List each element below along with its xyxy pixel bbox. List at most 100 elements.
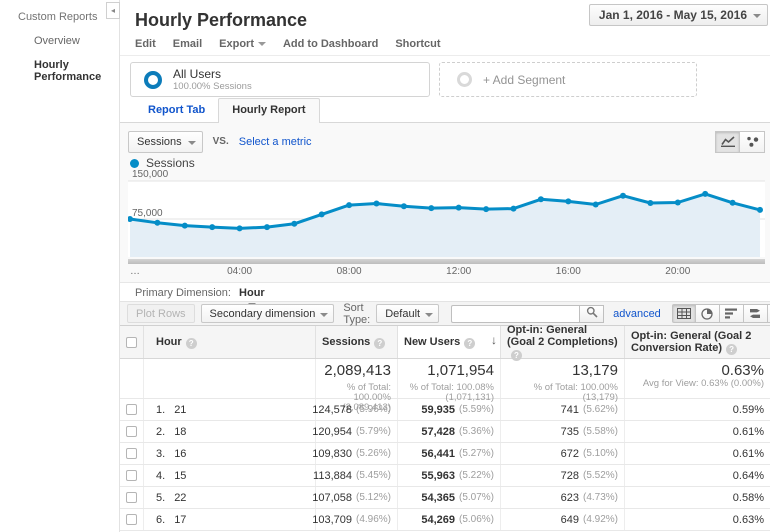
cell-conversion-rate: 0.63% — [624, 509, 770, 530]
cell-new-users: 59,935 (5.59%) — [397, 399, 500, 420]
help-icon[interactable]: ? — [374, 337, 386, 349]
row-checkbox[interactable] — [126, 492, 137, 503]
cell-hour: 2. 18 — [143, 421, 315, 442]
row-hour-value: 15 — [174, 469, 187, 482]
bars-icon — [724, 308, 737, 319]
y-axis-tick-75000: 75,000 — [132, 208, 163, 219]
sidebar-collapse-button[interactable]: ◂ — [106, 2, 120, 19]
cell-new-users: 57,428 (5.36%) — [397, 421, 500, 442]
report-action-bar: Edit Email Export Add to Dashboard Shortcut — [120, 38, 770, 56]
row-rank: 4. — [156, 469, 166, 482]
motion-chart-button[interactable] — [740, 130, 765, 153]
cell-completions: 649 (4.92%) — [500, 509, 624, 530]
row-checkbox[interactable] — [126, 426, 137, 437]
chevron-down-icon — [425, 313, 434, 317]
metric-row: Sessions VS. Select a metric — [128, 123, 765, 153]
column-header-goal-conversion-rate[interactable]: Opt-in: General (Goal 2 Conversion Rate)… — [624, 326, 770, 358]
secondary-dimension-dropdown[interactable]: Secondary dimension — [200, 304, 335, 323]
action-shortcut[interactable]: Shortcut — [395, 38, 440, 50]
performance-view-button[interactable] — [719, 304, 744, 323]
cell-conversion-rate: 0.61% — [624, 443, 770, 464]
segment-circle-icon — [144, 70, 162, 89]
help-icon[interactable]: ? — [464, 337, 476, 349]
sessions-chart[interactable]: 150,000 75,000 … 04:00 08:00 12:00 16:00 20:0… — [128, 169, 765, 279]
cell-completions: 623 (4.73%) — [500, 487, 624, 508]
column-header-new-users[interactable]: New Users? ↓ — [397, 326, 500, 358]
cell-sessions: 120,954 (5.79%) — [312, 421, 397, 442]
graph-panel: Sessions VS. Select a metric Sessions 15… — [120, 123, 770, 283]
y-axis-tick-150000: 150,000 — [132, 169, 169, 180]
chart-plot[interactable] — [128, 175, 765, 259]
comparison-view-button[interactable] — [743, 304, 768, 323]
select-all-checkbox[interactable] — [126, 336, 137, 348]
column-header-hour[interactable]: Hour? — [143, 326, 315, 358]
cell-hour: 6. 17 — [143, 509, 315, 530]
action-add-to-dashboard[interactable]: Add to Dashboard — [283, 38, 378, 50]
sort-type-dropdown[interactable]: Default — [376, 304, 440, 323]
cell-hour: 4. 15 — [143, 465, 315, 486]
sidebar-item-hourly-performance[interactable]: Hourly Performance — [0, 47, 119, 83]
line-chart-button[interactable] — [715, 130, 740, 153]
column-header-goal-completions[interactable]: Opt-in: General (Goal 2 Completions)? — [500, 324, 624, 361]
summary-completions: 13,179 — [572, 362, 618, 379]
x-axis-tick-04-00: 04:00 — [227, 266, 253, 277]
add-segment-button[interactable]: + Add Segment — [439, 62, 697, 97]
cell-completions: 741 (5.62%) — [500, 399, 624, 420]
tab-hourly-report[interactable]: Hourly Report — [218, 98, 320, 123]
sort-type-value: Default — [385, 307, 421, 320]
help-icon[interactable]: ? — [511, 349, 522, 361]
action-export[interactable]: Export — [219, 38, 266, 50]
row-hour-value: 17 — [174, 513, 187, 526]
table-search — [451, 304, 605, 323]
segment-all-users[interactable]: All Users 100.00% Sessions — [130, 62, 430, 97]
cell-completions: 728 (5.52%) — [500, 465, 624, 486]
chevron-down-icon — [320, 313, 329, 317]
row-checkbox[interactable] — [126, 470, 137, 481]
cell-new-users: 54,269 (5.06%) — [397, 509, 500, 530]
percentage-view-button[interactable] — [695, 304, 720, 323]
cell-conversion-rate: 0.59% — [624, 399, 770, 420]
metric-dropdown-value: Sessions — [137, 135, 182, 148]
primary-dimension-label: Primary Dimension: — [135, 287, 231, 299]
summary-sessions: 2,089,413 — [324, 362, 391, 379]
sort-descending-icon: ↓ — [491, 333, 497, 347]
table-body: 1. 21 124,578 (5.96%) 59,935 (5.59%) 741 (5.62%… — [120, 399, 770, 531]
report-header: Hourly Performance Jan 1, 2016 - May 15,… — [120, 0, 770, 38]
date-range-picker[interactable]: Jan 1, 2016 - May 15, 2016 — [588, 4, 768, 26]
date-range-value: Jan 1, 2016 - May 15, 2016 — [598, 8, 747, 22]
line-chart-icon — [720, 136, 735, 147]
cell-new-users: 54,365 (5.07%) — [397, 487, 500, 508]
row-checkbox[interactable] — [126, 514, 137, 525]
primary-dimension-hour[interactable]: Hour — [239, 287, 265, 299]
search-button[interactable] — [579, 304, 605, 323]
sidebar-nav: Overview Hourly Performance — [0, 23, 119, 83]
row-checkbox[interactable] — [126, 404, 137, 415]
cell-new-users: 55,963 (5.22%) — [397, 465, 500, 486]
advanced-link[interactable]: advanced — [613, 308, 661, 320]
cell-hour: 1. 21 — [143, 399, 315, 420]
action-edit[interactable]: Edit — [135, 38, 156, 50]
row-checkbox[interactable] — [126, 448, 137, 459]
column-header-sessions[interactable]: Sessions? — [315, 326, 397, 358]
segment-detail: 100.00% Sessions — [173, 80, 252, 92]
table-view-button[interactable] — [671, 304, 696, 323]
tab-report-tab[interactable]: Report Tab — [135, 99, 218, 122]
report-table: Hour? Sessions? New Users? ↓ Opt-in: Gen… — [120, 324, 770, 531]
help-icon[interactable]: ? — [726, 343, 738, 355]
table-row: 2. 18 120,954 (5.79%) 57,428 (5.36%) 735 (5.58%… — [120, 421, 770, 443]
chart-type-switcher — [715, 130, 765, 153]
plot-rows-button[interactable]: Plot Rows — [127, 304, 195, 323]
sidebar-item-overview[interactable]: Overview — [0, 23, 119, 47]
row-hour-value: 21 — [174, 403, 187, 416]
row-hour-value: 16 — [174, 447, 187, 460]
select-metric-link[interactable]: Select a metric — [239, 136, 312, 148]
action-email[interactable]: Email — [173, 38, 202, 50]
help-icon[interactable]: ? — [185, 337, 197, 349]
cell-sessions: 103,709 (4.96%) — [312, 509, 397, 530]
cell-sessions: 109,830 (5.26%) — [312, 443, 397, 464]
metric-dropdown[interactable]: Sessions — [128, 130, 203, 153]
search-input[interactable] — [451, 304, 580, 323]
summary-rate: 0.63% — [721, 362, 764, 379]
row-rank: 3. — [156, 447, 166, 460]
table-row: 3. 16 109,830 (5.26%) 56,441 (5.27%) 672 (5.10%… — [120, 443, 770, 465]
